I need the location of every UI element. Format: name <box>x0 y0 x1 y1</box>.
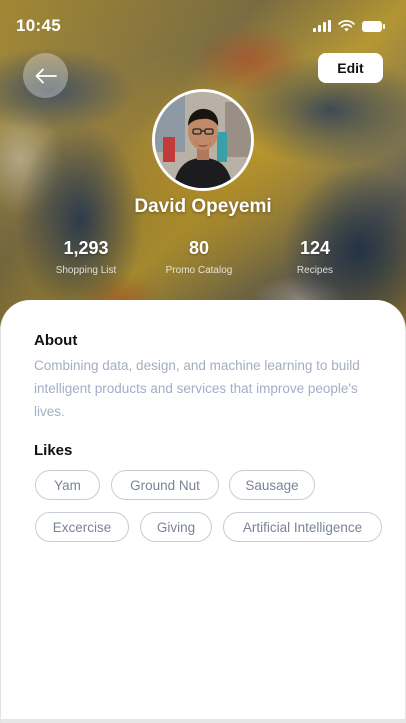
stat-promo-catalog[interactable]: 80 Promo Catalog <box>139 238 259 276</box>
like-chip-sausage[interactable]: Sausage <box>229 470 315 500</box>
profile-screen: 10:45 Edit David Opeyemi 1,293 Shopping … <box>0 0 406 723</box>
avatar <box>152 89 254 191</box>
status-time: 10:45 <box>16 16 61 35</box>
profile-stats: 1,293 Shopping List 80 Promo Catalog 124… <box>0 238 406 288</box>
status-bar: 10:45 <box>0 0 406 52</box>
stat-label: Shopping List <box>55 265 117 276</box>
bottom-divider <box>1 719 406 723</box>
back-button[interactable] <box>23 53 68 98</box>
stat-value: 1,293 <box>63 238 109 258</box>
like-chip-giving[interactable]: Giving <box>140 512 212 542</box>
cellular-signal-icon <box>313 20 331 32</box>
stat-shopping-list[interactable]: 1,293 Shopping List <box>26 238 146 276</box>
arrow-left-icon <box>35 68 57 83</box>
battery-icon <box>362 20 385 32</box>
profile-name: David Opeyemi <box>134 196 272 217</box>
edit-button[interactable]: Edit <box>318 53 383 83</box>
about-heading: About <box>34 332 78 349</box>
stat-value: 80 <box>188 238 210 258</box>
like-chip-yam[interactable]: Yam <box>35 470 100 500</box>
like-chip-ground-nut[interactable]: Ground Nut <box>111 470 219 500</box>
like-chip-excercise[interactable]: Excercise <box>35 512 129 542</box>
stat-label: Promo Catalog <box>165 265 233 276</box>
stat-recipes[interactable]: 124 Recipes <box>255 238 375 276</box>
about-text: Combining data, design, and machine lear… <box>34 358 360 419</box>
like-chip-artificial-intelligence[interactable]: Artificial Intelligence <box>223 512 382 542</box>
stat-value: 124 <box>299 238 331 258</box>
likes-heading: Likes <box>34 442 73 459</box>
profile-details-card: About Combining data, design, and machin… <box>0 300 406 723</box>
profile-photo <box>155 92 251 188</box>
status-icons <box>313 20 385 32</box>
stat-label: Recipes <box>296 265 334 276</box>
wifi-icon <box>338 20 355 32</box>
